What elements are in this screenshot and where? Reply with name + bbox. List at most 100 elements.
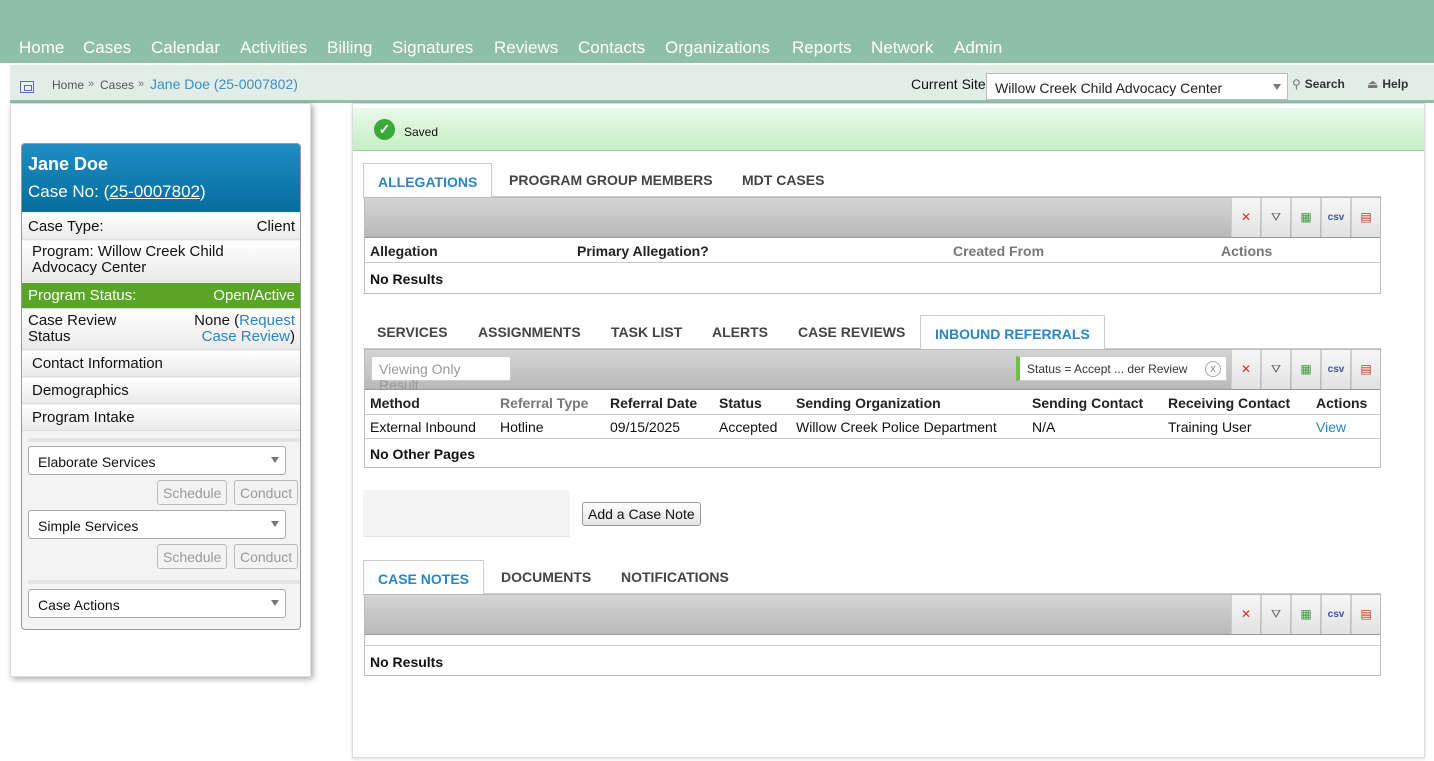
table-cell: Accepted xyxy=(719,419,778,435)
viewing-only-result: Viewing Only Result xyxy=(371,356,511,393)
column-header[interactable]: Primary Allegation? xyxy=(577,243,709,259)
clear-filter-icon[interactable]: ✕ xyxy=(1231,595,1260,634)
demographics-row[interactable]: Demographics xyxy=(22,378,300,404)
nav-cases[interactable]: Cases xyxy=(83,38,131,58)
case-review-label-1: Case Review xyxy=(28,312,117,329)
tab-alerts[interactable]: ALERTS xyxy=(712,324,768,340)
column-header[interactable]: Sending Organization xyxy=(796,395,941,411)
add-case-note-button[interactable]: Add a Case Note xyxy=(582,502,701,526)
case-type-row: Case Type: Client xyxy=(22,214,300,240)
chevron-down-icon xyxy=(1273,84,1281,90)
contact-info-label: Contact Information xyxy=(32,355,163,372)
bell-icon: ⏏ xyxy=(1367,77,1379,91)
tab-allegations[interactable]: ALLEGATIONS xyxy=(363,163,493,199)
view-link[interactable]: View xyxy=(1316,419,1346,435)
pdf-export-icon[interactable]: ▤ xyxy=(1351,350,1380,389)
request-review-link[interactable]: Request xyxy=(239,312,295,329)
tab-assignments[interactable]: ASSIGNMENTS xyxy=(478,324,581,340)
conduct-button[interactable]: Conduct xyxy=(234,480,299,505)
nav-signatures[interactable]: Signatures xyxy=(392,38,473,58)
nav-calendar[interactable]: Calendar xyxy=(151,38,220,58)
schedule-button[interactable]: Schedule xyxy=(157,480,228,505)
case-number-link[interactable]: 25-0007802 xyxy=(109,182,200,201)
nav-home[interactable]: Home xyxy=(19,38,64,58)
nav-contacts[interactable]: Contacts xyxy=(578,38,645,58)
breadcrumb-home[interactable]: Home xyxy=(52,78,84,92)
excel-export-icon[interactable]: ▦ xyxy=(1291,350,1320,389)
column-header[interactable]: Method xyxy=(370,395,420,411)
column-header[interactable]: Allegation xyxy=(370,243,438,259)
column-header[interactable]: Receiving Contact xyxy=(1168,395,1290,411)
column-header[interactable]: Status xyxy=(719,395,762,411)
column-header[interactable]: Referral Date xyxy=(610,395,697,411)
pdf-export-icon[interactable]: ▤ xyxy=(1351,198,1380,237)
close-icon[interactable]: x xyxy=(1205,361,1221,377)
tab-task-list[interactable]: TASK LIST xyxy=(611,324,682,340)
nav-network[interactable]: Network xyxy=(871,38,933,58)
filter-icon[interactable]: ⛛ xyxy=(1261,595,1290,634)
tab-case-notes[interactable]: CASE NOTES xyxy=(363,560,485,596)
nav-admin[interactable]: Admin xyxy=(954,38,1002,58)
request-review-link-2[interactable]: Case Review xyxy=(202,328,290,345)
conduct-button[interactable]: Conduct xyxy=(234,544,299,569)
current-site-value: Willow Creek Child Advocacy Center xyxy=(995,80,1223,96)
simple-services-value: Simple Services xyxy=(38,518,139,534)
contact-info-row[interactable]: Contact Information xyxy=(22,351,300,377)
chevron-down-icon xyxy=(271,457,279,463)
nav-organizations[interactable]: Organizations xyxy=(665,38,770,58)
breadcrumb-cases[interactable]: Cases xyxy=(100,78,134,92)
csv-export-icon[interactable]: csv xyxy=(1321,595,1350,634)
column-header[interactable]: Created From xyxy=(953,243,1044,259)
case-type-label: Case Type: xyxy=(28,218,104,235)
tab-documents[interactable]: DOCUMENTS xyxy=(501,569,591,585)
csv-export-icon[interactable]: csv xyxy=(1321,198,1350,237)
pdf-export-icon[interactable]: ▤ xyxy=(1351,595,1380,634)
search-icon: ⚲ xyxy=(1292,77,1301,91)
nav-activities[interactable]: Activities xyxy=(240,38,307,58)
panel-toggle-icon[interactable] xyxy=(20,81,34,93)
case-actions-select[interactable]: Case Actions xyxy=(28,589,286,618)
csv-export-icon[interactable]: csv xyxy=(1321,350,1350,389)
empty-message: No Results xyxy=(370,654,444,670)
simple-services-select[interactable]: Simple Services xyxy=(28,510,286,539)
program-intake-row[interactable]: Program Intake xyxy=(22,405,300,431)
tab-program-group-members[interactable]: PROGRAM GROUP MEMBERS xyxy=(509,172,713,188)
current-site-select[interactable]: Willow Creek Child Advocacy Center xyxy=(986,73,1288,100)
help-link[interactable]: ⏏ Help xyxy=(1367,77,1408,91)
case-number-prefix: Case No: ( xyxy=(28,182,110,201)
empty-message: No Results xyxy=(370,271,444,287)
elaborate-services-value: Elaborate Services xyxy=(38,454,156,470)
case-notes-grid: ✕ ⛛ ▦ csv ▤ No Results xyxy=(364,594,1381,676)
search-link[interactable]: ⚲ Search xyxy=(1292,77,1345,91)
active-filter-pill[interactable]: Status = Accept ... der Review x xyxy=(1016,356,1227,381)
tab-notifications[interactable]: NOTIFICATIONS xyxy=(621,569,729,585)
grid-toolbar: ✕ ⛛ ▦ csv ▤ xyxy=(365,198,1380,238)
referrals-grid: Viewing Only Result Status = Accept ... … xyxy=(364,349,1381,468)
elaborate-services-select[interactable]: Elaborate Services xyxy=(28,446,286,475)
clear-filter-icon[interactable]: ✕ xyxy=(1231,350,1260,389)
row-divider xyxy=(365,645,1380,646)
excel-export-icon[interactable]: ▦ xyxy=(1291,595,1320,634)
client-card: Jane Doe Case No: (25-0007802) Case Type… xyxy=(21,143,301,630)
clear-filter-icon[interactable]: ✕ xyxy=(1231,198,1260,237)
excel-export-icon[interactable]: ▦ xyxy=(1291,198,1320,237)
tab-mdt-cases[interactable]: MDT CASES xyxy=(742,172,824,188)
nav-reports[interactable]: Reports xyxy=(792,38,852,58)
column-header: Actions xyxy=(1316,395,1368,411)
filter-icon[interactable]: ⛛ xyxy=(1261,350,1290,389)
nav-billing[interactable]: Billing xyxy=(327,38,372,58)
nav-reviews[interactable]: Reviews xyxy=(494,38,558,58)
breadcrumb-separator: » xyxy=(88,78,95,90)
tab-services[interactable]: SERVICES xyxy=(377,324,448,340)
case-number-suffix: ) xyxy=(200,182,206,201)
program-status-label: Program Status: xyxy=(28,287,137,304)
column-header[interactable]: Referral Type xyxy=(500,395,588,411)
tab-inbound-referrals[interactable]: INBOUND REFERRALS xyxy=(920,315,1105,351)
program-row: Program: Willow Creek Child Advocacy Cen… xyxy=(22,241,300,282)
schedule-button[interactable]: Schedule xyxy=(157,544,228,569)
breadcrumb-separator: » xyxy=(138,78,145,90)
case-review-row: Case Review Status None (Request Case Revi… xyxy=(22,310,300,350)
column-header[interactable]: Sending Contact xyxy=(1032,395,1143,411)
filter-icon[interactable]: ⛛ xyxy=(1261,198,1290,237)
tab-case-reviews[interactable]: CASE REVIEWS xyxy=(798,324,905,340)
